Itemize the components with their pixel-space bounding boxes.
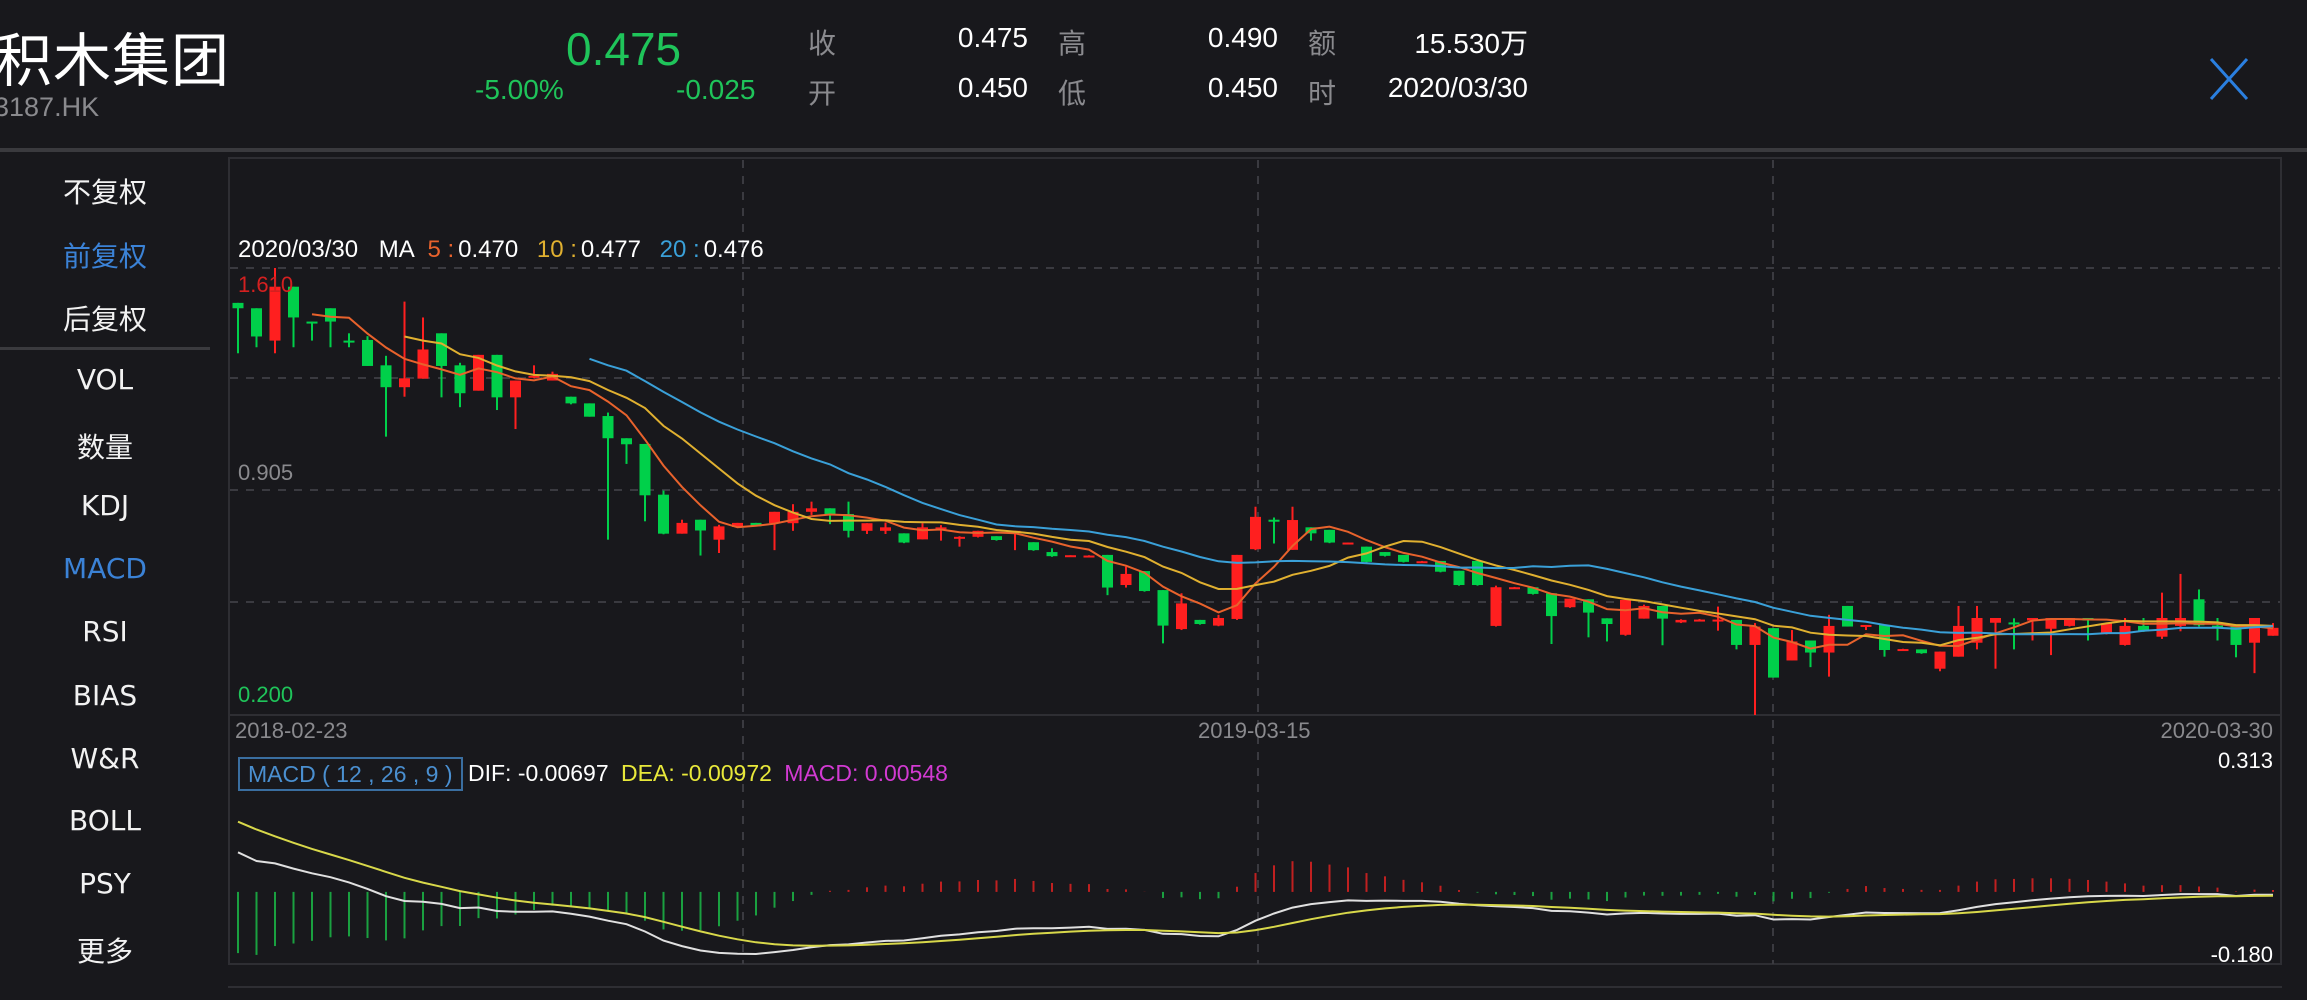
candle-up: [861, 523, 873, 531]
candle-down: [824, 508, 836, 515]
legend-ma10-label: 10 :: [536, 236, 577, 263]
candle-down: [658, 494, 669, 534]
candle-up: [399, 378, 410, 388]
candle-up: [1342, 542, 1354, 545]
candle-up: [1990, 617, 2001, 623]
candle-up: [676, 522, 688, 534]
candle-up: [1083, 555, 1095, 558]
candle-up: [1065, 555, 1076, 558]
candle-up: [1823, 625, 1835, 653]
candle-up: [528, 375, 540, 378]
candle-down: [1028, 542, 1039, 551]
candle-up: [1176, 603, 1187, 630]
macd-value: MACD: 0.00548: [784, 760, 948, 786]
macd-params-button[interactable]: MACD ( 12 , 26 , 9 ): [238, 757, 463, 791]
candle-down: [1546, 593, 1557, 617]
candle-down: [325, 308, 336, 322]
candles: [232, 268, 2279, 715]
candle-down: [1268, 519, 1280, 522]
candle-down: [1324, 529, 1335, 543]
legend-ma5-label: 5 :: [427, 236, 455, 263]
candle-down: [1139, 571, 1150, 592]
candle-up: [2267, 627, 2279, 636]
candle-down: [1601, 618, 1613, 625]
candle-up: [1213, 617, 1224, 626]
dea-value: DEA: -0.00972: [621, 760, 772, 786]
candle-down: [454, 365, 466, 394]
ma-lines: [311, 313, 2274, 650]
price-max-label: 1.610: [238, 272, 294, 297]
macd-max-label: 0.313: [2217, 748, 2273, 773]
candle-down: [232, 302, 244, 309]
candle-up: [1712, 619, 1724, 622]
candle-down: [1453, 570, 1465, 586]
candle-up: [510, 380, 521, 398]
legend-ma20-value: 0.476: [703, 236, 764, 263]
candle-down: [343, 340, 355, 343]
candle-up: [1934, 651, 1946, 669]
dif-value: DIF: -0.00697: [468, 760, 609, 786]
candle-up: [1250, 516, 1261, 550]
candle-down: [991, 536, 1002, 541]
date-label-start: 2018-02-23: [235, 718, 348, 743]
candle-down: [584, 403, 595, 417]
price-mid-label: 0.905: [238, 460, 294, 485]
legend-ma10-value: 0.477: [580, 236, 641, 263]
legend-ma-label: MA: [378, 236, 415, 263]
candle-down: [602, 416, 614, 439]
macd-chart: [237, 820, 2274, 956]
candle-down: [1194, 619, 1206, 625]
candle-down: [1046, 552, 1058, 557]
legend-date: 2020/03/30: [238, 236, 359, 263]
candle-down: [306, 321, 318, 324]
candle-up: [954, 536, 965, 539]
date-label-end: 2020-03-30: [2160, 718, 2273, 743]
candle-down: [639, 443, 651, 496]
candle-down: [380, 365, 392, 388]
candle-down: [1379, 552, 1391, 556]
candle-down: [2008, 622, 2020, 625]
legend-ma20-label: 20 :: [659, 236, 700, 263]
candle-up: [1675, 619, 1687, 623]
candle-down: [621, 438, 632, 445]
candle-up: [1231, 554, 1243, 619]
candle-up: [1509, 587, 1520, 590]
candle-up: [1416, 561, 1428, 564]
candle-up: [1897, 649, 1909, 652]
candle-down: [565, 396, 577, 404]
candle-down: [436, 333, 447, 366]
price-min-label: 0.200: [238, 682, 294, 707]
candle-down: [1916, 649, 1927, 654]
candle-up: [1620, 599, 1631, 635]
candle-up: [1490, 587, 1502, 626]
candle-up: [1860, 624, 1872, 627]
ma-legend: 2020/03/30 MA 5 :0.470 10 :0.477 20 :0.4…: [238, 236, 770, 264]
candle-down: [1842, 605, 1853, 627]
candle-up: [1694, 619, 1705, 622]
candle-down: [362, 339, 373, 366]
ma20-line: [589, 357, 2274, 636]
candle-down: [695, 519, 706, 531]
macd-values: DIF: -0.00697 DEA: -0.00972 MACD: 0.0054…: [468, 760, 948, 787]
candle-down: [251, 308, 262, 337]
candle-up: [1120, 573, 1132, 586]
candle-up: [2249, 617, 2260, 643]
candle-down: [1157, 590, 1169, 626]
candle-up: [806, 508, 817, 512]
macd-min-label: -0.180: [2210, 942, 2273, 967]
candle-up: [880, 527, 891, 531]
candle-up: [2119, 625, 2131, 645]
candle-up: [769, 511, 780, 524]
candle-down: [491, 354, 503, 398]
candle-up: [1564, 598, 1576, 608]
candle-down: [898, 533, 910, 543]
legend-ma5-value: 0.470: [458, 236, 519, 263]
kline-chart[interactable]: [0, 0, 2307, 997]
candle-down: [1398, 554, 1409, 562]
date-label-mid: 2019-03-15: [1198, 718, 1311, 743]
candle-up: [713, 526, 725, 540]
